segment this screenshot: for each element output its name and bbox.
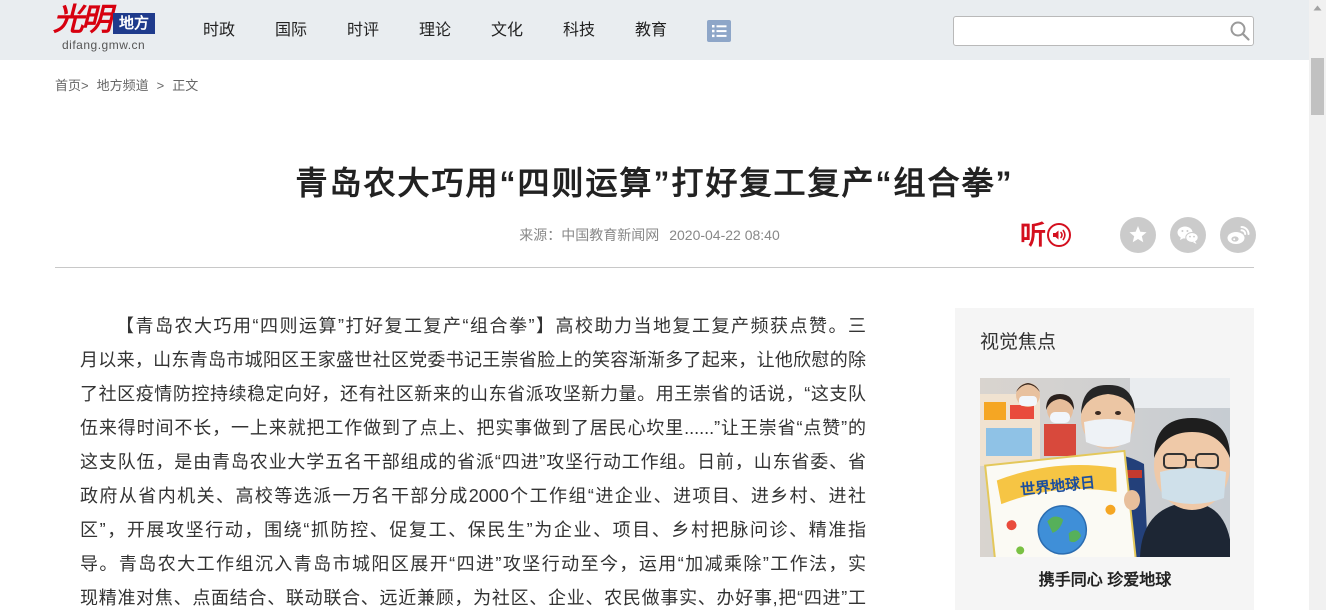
site-header: 光明 地方 difang.gmw.cn 时政 国际 时评 理论 文化 科技 教育 <box>0 0 1309 60</box>
paragraph-line: 月以来，山东青岛市城阳区王家盛世社区党委书记王崇省脸上的笑容渐渐多了起来，让他欣… <box>80 350 866 370</box>
main-nav: 时政 国际 时评 理论 文化 科技 教育 <box>203 19 667 43</box>
breadcrumb-separator: > <box>156 78 165 93</box>
paragraph-line: 伍来得时间不长，一上来就把工作做到了点上、把实事做到了居民心坎里......”让… <box>80 418 866 438</box>
nav-item-jiaoyu[interactable]: 教育 <box>635 19 667 43</box>
nav-item-shiping[interactable]: 时评 <box>347 19 379 43</box>
paragraph-line: 【青岛农大巧用“四则运算”打好复工复产“组合拳”】高校助力当地复工复产频获点赞。… <box>116 316 866 336</box>
breadcrumb-channel[interactable]: 地方频道 <box>97 78 149 94</box>
speaker-icon <box>1047 223 1072 247</box>
scroll-up-arrow-icon[interactable] <box>1309 0 1326 17</box>
logo-domain: difang.gmw.cn <box>62 38 146 52</box>
listen-label: 听 <box>1020 220 1047 250</box>
breadcrumb-home[interactable]: 首页 <box>55 78 81 94</box>
breadcrumb-current: 正文 <box>172 78 199 93</box>
logo-badge: 地方 <box>113 13 155 34</box>
breadcrumb: 首页 > 地方频道 > 正文 <box>55 78 198 94</box>
scrollbar-thumb[interactable] <box>1311 58 1324 115</box>
panel-heading: 视觉焦点 <box>980 332 1057 353</box>
wechat-icon <box>1177 226 1199 244</box>
search-input[interactable] <box>954 17 1222 45</box>
listen-button[interactable]: 听 <box>1020 216 1078 254</box>
site-logo[interactable]: 光明 地方 difang.gmw.cn <box>50 0 160 58</box>
search-box <box>953 16 1254 46</box>
title-divider <box>55 267 1254 268</box>
weibo-share-button[interactable] <box>1220 217 1256 253</box>
focus-photo: 世界地球日 <box>980 378 1230 557</box>
more-menu-button[interactable] <box>707 20 731 42</box>
nav-item-keji[interactable]: 科技 <box>563 19 595 43</box>
publish-datetime: 2020-04-22 08:40 <box>669 227 780 243</box>
paragraph-line: 区”，开展攻坚行动，围绕“抓防控、促复工、保民生”为企业、项目、乡村把脉问诊、精… <box>80 520 866 540</box>
focus-image[interactable]: 世界地球日 <box>980 378 1230 557</box>
nav-item-guoji[interactable]: 国际 <box>275 19 307 43</box>
nav-item-wenhua[interactable]: 文化 <box>491 19 523 43</box>
search-icon <box>1230 21 1250 41</box>
breadcrumb-separator: > <box>81 78 89 93</box>
search-button[interactable] <box>1226 17 1254 45</box>
article-title: 青岛农大巧用“四则运算”打好复工复产“组合拳” <box>295 165 1014 201</box>
list-menu-icon <box>707 20 731 42</box>
favorite-button[interactable] <box>1120 217 1156 253</box>
vertical-scrollbar[interactable] <box>1309 0 1326 610</box>
nav-item-lilun[interactable]: 理论 <box>419 19 451 43</box>
paragraph-line: 了社区疫情防控持续稳定向好，还有社区新来的山东省派攻坚新力量。用王崇省的话说，“… <box>80 384 866 404</box>
paragraph-line: 导。青岛农大工作组沉入青岛市城阳区展开“四进”攻坚行动至今，运用“加减乘除”工作… <box>80 554 866 574</box>
source-name: 中国教育新闻网 <box>561 227 660 243</box>
nav-item-shizheng[interactable]: 时政 <box>203 19 235 43</box>
focus-caption[interactable]: 携手同心 珍爱地球 <box>980 570 1230 592</box>
paragraph-line: 政府从省内机关、高校等选派一万名干部分成2000个工作组“进企业、进项目、进乡村… <box>80 486 866 506</box>
weibo-icon <box>1227 226 1250 244</box>
star-icon <box>1129 226 1147 243</box>
paragraph-line: 现精准对焦、点面结合、联动联合、远近兼顾，为社区、企业、农民做事实、办好事,把“… <box>80 588 866 608</box>
visual-focus-panel: 视觉焦点 世界地球日 携手同心 珍爱地球 <box>955 308 1254 610</box>
logo-wordmark: 光明 <box>53 2 112 37</box>
article-body: 【青岛农大巧用“四则运算”打好复工复产“组合拳”】高校助力当地复工复产频获点赞。… <box>80 309 866 610</box>
wechat-share-button[interactable] <box>1170 217 1206 253</box>
source-prefix: 来源： <box>519 227 562 243</box>
paragraph-line: 这支队伍，是由青岛农业大学五名干部组成的省派“四进”攻坚行动工作组。日前，山东省… <box>80 452 866 472</box>
